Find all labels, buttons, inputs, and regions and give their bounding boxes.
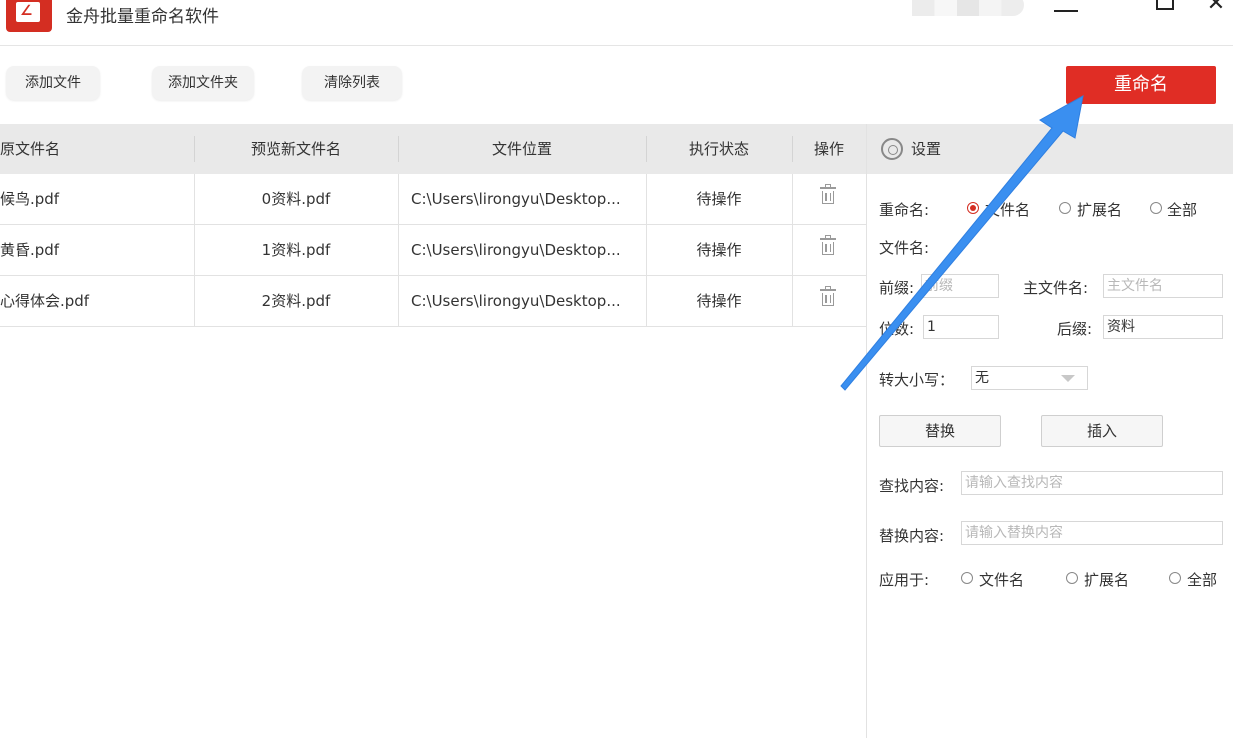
cell-status: 待操作 bbox=[696, 190, 742, 208]
apply-label: 应用于: bbox=[879, 571, 930, 589]
cell-status: 待操作 bbox=[696, 292, 742, 310]
cell-preview: 2资料.pdf bbox=[261, 292, 331, 310]
radio-apply-all[interactable] bbox=[1169, 572, 1181, 584]
settings-title: 设置 bbox=[911, 140, 942, 158]
delete-icon[interactable] bbox=[820, 235, 836, 256]
radio-label: 全部 bbox=[1167, 201, 1198, 219]
gear-icon bbox=[881, 138, 903, 160]
cell-status: 待操作 bbox=[696, 241, 742, 259]
cell-original: 心得体会.pdf bbox=[0, 292, 90, 310]
insert-mode-button[interactable]: 插入 bbox=[1041, 415, 1163, 447]
digits-input[interactable]: 1 bbox=[923, 315, 999, 339]
clear-list-button[interactable]: 清除列表 bbox=[302, 66, 402, 100]
prefix-input[interactable]: 前缀 bbox=[921, 274, 999, 298]
cell-original: 黄昏.pdf bbox=[0, 241, 60, 259]
close-icon[interactable]: ✕ bbox=[1196, 0, 1233, 16]
radio-label: 文件名 bbox=[979, 571, 1025, 589]
replace-mode-button[interactable]: 替换 bbox=[879, 415, 1001, 447]
col-action: 操作 bbox=[813, 140, 844, 158]
radio-apply-filename[interactable] bbox=[961, 572, 973, 584]
user-avatar[interactable] bbox=[912, 0, 1024, 16]
case-select-value: 无 bbox=[975, 370, 989, 386]
title-bar: ∠ 金舟批量重命名软件 ✕ bbox=[0, 0, 1233, 46]
digits-label: 位数: bbox=[879, 320, 915, 338]
prefix-label: 前缀: bbox=[879, 279, 915, 297]
minimize-icon[interactable] bbox=[1046, 0, 1086, 22]
suffix-label: 后缀: bbox=[1057, 320, 1093, 338]
radio-apply-extension[interactable] bbox=[1066, 572, 1078, 584]
col-preview-name: 预览新文件名 bbox=[250, 140, 341, 158]
settings-panel: 设置 重命名: 文件名 扩展名 全部 文件名: 前缀: 前缀 主文件名: 主文件… bbox=[866, 124, 1233, 738]
main-filename-label: 主文件名: bbox=[1023, 279, 1089, 297]
radio-label: 扩展名 bbox=[1077, 201, 1123, 219]
case-label: 转大小写： bbox=[879, 371, 955, 389]
filename-label: 文件名: bbox=[879, 239, 930, 257]
cell-location: C:\Users\lirongyu\Desktop... bbox=[411, 292, 621, 310]
table-row[interactable]: 心得体会.pdf 2资料.pdf C:\Users\lirongyu\Deskt… bbox=[0, 276, 866, 327]
radio-label: 全部 bbox=[1187, 571, 1218, 589]
rename-scope-label: 重命名: bbox=[879, 201, 930, 219]
delete-icon[interactable] bbox=[820, 184, 836, 205]
cell-preview: 1资料.pdf bbox=[261, 241, 331, 259]
col-location: 文件位置 bbox=[491, 140, 552, 158]
table-row[interactable]: 黄昏.pdf 1资料.pdf C:\Users\lirongyu\Desktop… bbox=[0, 225, 866, 276]
find-input[interactable]: 请输入查找内容 bbox=[961, 471, 1223, 495]
delete-icon[interactable] bbox=[820, 286, 836, 307]
col-original-name: 原文件名 bbox=[0, 140, 61, 158]
window-title: 金舟批量重命名软件 bbox=[66, 7, 219, 27]
cell-preview: 0资料.pdf bbox=[261, 190, 331, 208]
replace-input[interactable]: 请输入替换内容 bbox=[961, 521, 1223, 545]
cell-original: 候鸟.pdf bbox=[0, 190, 60, 208]
case-select[interactable]: 无 bbox=[971, 366, 1088, 390]
find-label: 查找内容: bbox=[879, 477, 945, 495]
radio-rename-extension[interactable] bbox=[1059, 202, 1071, 214]
table-row[interactable]: 候鸟.pdf 0资料.pdf C:\Users\lirongyu\Desktop… bbox=[0, 174, 866, 225]
suffix-input[interactable]: 资料 bbox=[1103, 315, 1223, 339]
add-folder-button[interactable]: 添加文件夹 bbox=[152, 66, 254, 100]
file-table-header: 原文件名 预览新文件名 文件位置 执行状态 操作 bbox=[0, 124, 866, 174]
cell-location: C:\Users\lirongyu\Desktop... bbox=[411, 190, 621, 208]
cell-location: C:\Users\lirongyu\Desktop... bbox=[411, 241, 621, 259]
app-logo-icon: ∠ bbox=[6, 0, 52, 32]
add-file-button[interactable]: 添加文件 bbox=[6, 66, 100, 100]
maximize-icon[interactable] bbox=[1146, 0, 1186, 22]
rename-button[interactable]: 重命名 bbox=[1066, 66, 1216, 104]
settings-header: 设置 bbox=[867, 124, 1233, 174]
col-status: 执行状态 bbox=[688, 140, 749, 158]
radio-label: 文件名 bbox=[985, 201, 1031, 219]
replace-label: 替换内容: bbox=[879, 527, 945, 545]
radio-label: 扩展名 bbox=[1084, 571, 1130, 589]
radio-rename-all[interactable] bbox=[1150, 202, 1162, 214]
main-filename-input[interactable]: 主文件名 bbox=[1103, 274, 1223, 298]
radio-rename-filename[interactable] bbox=[967, 202, 979, 214]
chevron-down-icon bbox=[1061, 375, 1075, 382]
